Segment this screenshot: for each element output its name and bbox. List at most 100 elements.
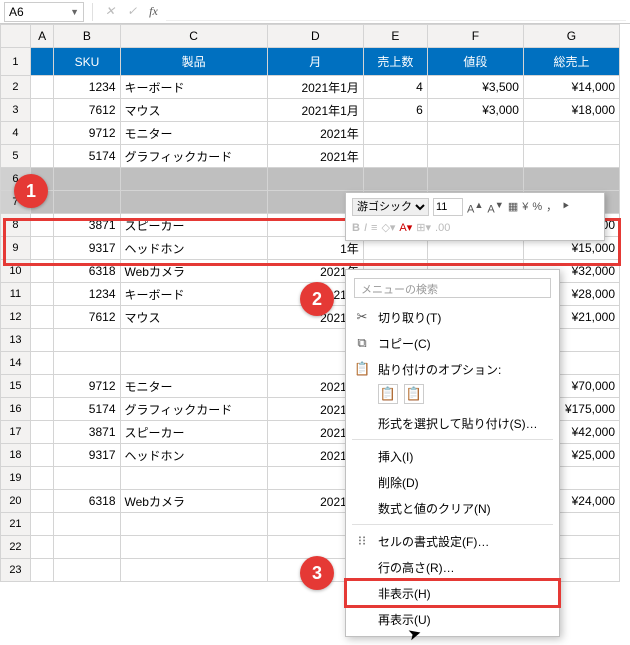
cell[interactable] bbox=[30, 76, 53, 99]
menu-copy[interactable]: ⧉コピー(C) bbox=[346, 330, 559, 356]
cell[interactable] bbox=[30, 145, 53, 168]
row-header[interactable]: 9 bbox=[1, 237, 31, 260]
col-header-E[interactable]: E bbox=[363, 25, 427, 48]
cell[interactable]: ¥3,000 bbox=[427, 99, 523, 122]
cell[interactable] bbox=[54, 191, 120, 214]
row-header[interactable]: 19 bbox=[1, 467, 31, 490]
menu-insert[interactable]: 挿入(I) bbox=[346, 443, 559, 469]
cell[interactable]: 6318 bbox=[54, 490, 120, 513]
fx-icon[interactable]: fx bbox=[145, 4, 162, 19]
cell[interactable]: 9317 bbox=[54, 237, 120, 260]
row-header[interactable]: 14 bbox=[1, 352, 31, 375]
row-header[interactable]: 22 bbox=[1, 536, 31, 559]
cell[interactable]: 1234 bbox=[54, 76, 120, 99]
cell[interactable] bbox=[54, 168, 120, 191]
menu-unhide[interactable]: 再表示(U) bbox=[346, 606, 559, 632]
cell[interactable] bbox=[30, 214, 53, 237]
cell[interactable]: 2021年1月 bbox=[267, 99, 363, 122]
cell[interactable]: 1234 bbox=[54, 283, 120, 306]
cell[interactable] bbox=[30, 237, 53, 260]
row-header[interactable]: 8 bbox=[1, 214, 31, 237]
cell[interactable] bbox=[30, 559, 53, 582]
menu-hide[interactable]: 非表示(H) bbox=[346, 580, 559, 606]
cell[interactable] bbox=[54, 513, 120, 536]
cell[interactable] bbox=[30, 99, 53, 122]
font-size-input[interactable] bbox=[433, 198, 463, 216]
menu-delete[interactable]: 削除(D) bbox=[346, 469, 559, 495]
chevron-down-icon[interactable]: ▼ bbox=[70, 7, 79, 17]
cell[interactable]: グラフィックカード bbox=[120, 398, 267, 421]
row-header[interactable]: 18 bbox=[1, 444, 31, 467]
cell[interactable] bbox=[363, 145, 427, 168]
cell[interactable] bbox=[363, 122, 427, 145]
cell[interactable] bbox=[54, 536, 120, 559]
cell[interactable] bbox=[54, 467, 120, 490]
cell[interactable]: キーボード bbox=[120, 76, 267, 99]
cell[interactable]: 値段 bbox=[427, 48, 523, 76]
cell[interactable] bbox=[120, 352, 267, 375]
col-header-A[interactable]: A bbox=[30, 25, 53, 48]
col-header-F[interactable]: F bbox=[427, 25, 523, 48]
merge-icon[interactable]: ▦ bbox=[508, 198, 518, 216]
menu-format-cells[interactable]: ⁝⁝セルの書式設定(F)… bbox=[346, 528, 559, 554]
cell[interactable] bbox=[523, 168, 619, 191]
cell[interactable] bbox=[30, 283, 53, 306]
cell[interactable]: 製品 bbox=[120, 48, 267, 76]
fill-color-icon[interactable]: ◇▾ bbox=[381, 219, 395, 237]
name-box[interactable]: A6 ▼ bbox=[4, 2, 84, 22]
cell[interactable] bbox=[30, 398, 53, 421]
row-header[interactable]: 23 bbox=[1, 559, 31, 582]
cell[interactable] bbox=[120, 536, 267, 559]
cell[interactable] bbox=[427, 145, 523, 168]
cell[interactable]: Webカメラ bbox=[120, 260, 267, 283]
cell[interactable]: 5174 bbox=[54, 145, 120, 168]
cell[interactable]: モニター bbox=[120, 122, 267, 145]
cell[interactable]: 売上数 bbox=[363, 48, 427, 76]
cell[interactable]: グラフィックカード bbox=[120, 145, 267, 168]
col-header-B[interactable]: B bbox=[54, 25, 120, 48]
cell[interactable]: スピーカー bbox=[120, 214, 267, 237]
cell[interactable]: 9317 bbox=[54, 444, 120, 467]
cell[interactable] bbox=[30, 421, 53, 444]
cell[interactable] bbox=[30, 260, 53, 283]
comma-icon[interactable]: ， bbox=[546, 198, 557, 216]
cell[interactable]: 総売上 bbox=[523, 48, 619, 76]
row-header[interactable]: 15 bbox=[1, 375, 31, 398]
cell[interactable] bbox=[120, 329, 267, 352]
cell[interactable] bbox=[54, 559, 120, 582]
font-color-icon[interactable]: A▾ bbox=[399, 219, 412, 237]
mini-toolbar[interactable]: 游ゴシック A▲ A▼ ▦ ¥ % ， ⯈ B I ≡ ◇▾ A▾ ⊞▾ .00 bbox=[345, 192, 605, 241]
cell[interactable]: ヘッドホン bbox=[120, 237, 267, 260]
row-header[interactable]: 3 bbox=[1, 99, 31, 122]
menu-row-height[interactable]: 行の高さ(R)… bbox=[346, 554, 559, 580]
paste-option-1[interactable]: 📋 bbox=[378, 384, 398, 404]
cell[interactable] bbox=[30, 444, 53, 467]
menu-search[interactable]: メニューの検索 bbox=[354, 278, 551, 298]
cell[interactable]: 6 bbox=[363, 99, 427, 122]
cell[interactable]: 7612 bbox=[54, 99, 120, 122]
menu-clear[interactable]: 数式と値のクリア(N) bbox=[346, 495, 559, 521]
col-header-G[interactable]: G bbox=[523, 25, 619, 48]
cell[interactable] bbox=[363, 168, 427, 191]
cell[interactable] bbox=[30, 536, 53, 559]
cell[interactable] bbox=[523, 145, 619, 168]
border-icon[interactable]: ⊞▾ bbox=[416, 219, 431, 237]
font-select[interactable]: 游ゴシック bbox=[352, 198, 429, 216]
cell[interactable] bbox=[30, 467, 53, 490]
cell[interactable]: 3871 bbox=[54, 421, 120, 444]
cell[interactable] bbox=[30, 48, 53, 76]
bold-icon[interactable]: B bbox=[352, 219, 360, 237]
formula-bar[interactable] bbox=[166, 3, 626, 21]
cell[interactable]: 3871 bbox=[54, 214, 120, 237]
cell[interactable] bbox=[30, 352, 53, 375]
row-header[interactable]: 5 bbox=[1, 145, 31, 168]
menu-cut[interactable]: ✂切り取り(T) bbox=[346, 304, 559, 330]
cell[interactable] bbox=[427, 168, 523, 191]
cell[interactable]: 2021年 bbox=[267, 122, 363, 145]
menu-paste-special[interactable]: 形式を選択して貼り付け(S)… bbox=[346, 410, 559, 436]
cell[interactable] bbox=[120, 467, 267, 490]
decrease-font-icon[interactable]: A▼ bbox=[487, 196, 503, 219]
cell[interactable] bbox=[54, 329, 120, 352]
cell[interactable]: 4 bbox=[363, 76, 427, 99]
row-header[interactable]: 17 bbox=[1, 421, 31, 444]
